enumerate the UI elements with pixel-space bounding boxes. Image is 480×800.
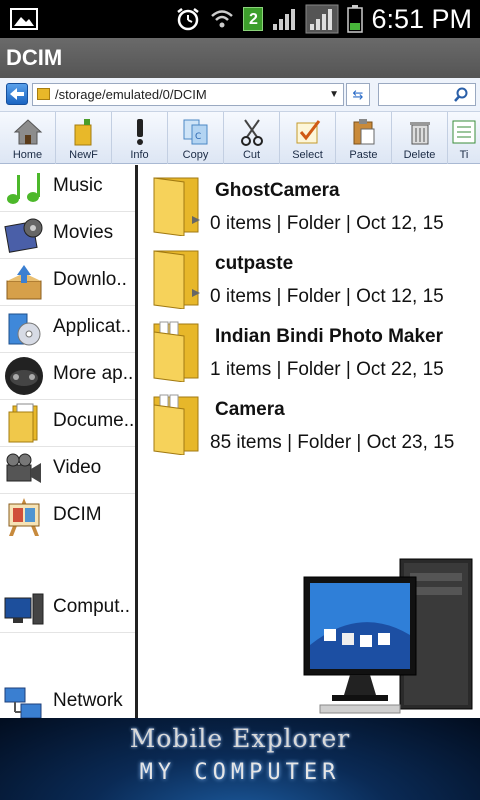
search-icon[interactable] <box>453 87 469 103</box>
tool-label: NewF <box>69 149 98 161</box>
dcim-icon <box>8 498 40 536</box>
music-icon <box>7 173 40 204</box>
sidebar-item-label: Downlo.. <box>53 269 127 290</box>
signal-icon <box>273 9 296 30</box>
delete-button[interactable]: Delete <box>392 112 448 164</box>
tool-label: Delete <box>403 149 436 161</box>
file-name: Camera <box>215 399 285 420</box>
paste-icon <box>353 119 374 145</box>
tile-view-icon <box>452 120 476 144</box>
sidebar-item-applications[interactable]: Applicat.. <box>0 306 135 353</box>
video-camera-icon <box>6 453 41 483</box>
toolbar: Home NewF Info C Copy Cut Select Paste D… <box>0 112 480 164</box>
ad-banner[interactable]: Mobile Explorer MY COMPUTER <box>0 718 480 800</box>
chevron-down-icon[interactable]: ▼ <box>329 84 339 105</box>
sidebar-item-label: Comput.. <box>53 596 131 617</box>
sidebar-item-computer[interactable]: Comput.. <box>0 586 135 633</box>
documents-icon <box>8 403 38 443</box>
movies-icon <box>4 218 43 253</box>
sidebar-item-label: Music <box>53 175 103 196</box>
file-name: cutpaste <box>215 253 294 274</box>
search-input[interactable] <box>378 83 476 106</box>
full-folder-icon <box>153 321 199 382</box>
signal-icon-2 <box>305 4 339 34</box>
tool-label: Info <box>130 149 149 161</box>
file-meta: 0 items | Folder | Oct 12, 15 <box>210 286 444 307</box>
svg-text:C: C <box>195 132 201 142</box>
sidebar-item-downloads[interactable]: Downlo.. <box>0 259 135 306</box>
page-title: DCIM <box>0 38 480 78</box>
full-folder-icon <box>153 394 199 455</box>
alarm-icon <box>177 8 200 31</box>
gamepad-icon <box>5 357 43 395</box>
info-icon <box>136 119 143 145</box>
sidebar-item-label: Video <box>53 457 102 478</box>
wifi-icon <box>211 10 234 28</box>
list-item[interactable]: GhostCamera 0 items | Folder | Oct 12, 1… <box>138 167 480 240</box>
computer-illustration <box>303 558 473 714</box>
new-folder-icon <box>74 119 91 146</box>
battery-icon <box>347 5 364 33</box>
sidebar-item-label: DCIM <box>53 504 102 525</box>
paste-button[interactable]: Paste <box>336 112 392 164</box>
status-bar: 2 6:51 PM <box>0 0 480 38</box>
path-text: /storage/emulated/0/DCIM <box>55 87 207 102</box>
tool-label: Select <box>292 149 323 161</box>
home-button[interactable]: Home <box>0 112 56 164</box>
computer-icon <box>4 593 44 625</box>
empty-folder-icon <box>153 250 200 309</box>
folder-icon <box>37 88 50 100</box>
sidebar: Music Movies Downlo.. Applicat.. More ap… <box>0 165 135 719</box>
notification-badge: 2 <box>243 7 264 31</box>
empty-folder-icon <box>153 177 200 236</box>
file-name: Indian Bindi Photo Maker <box>215 326 444 347</box>
sidebar-item-movies[interactable]: Movies <box>0 212 135 259</box>
list-item[interactable]: Camera 85 items | Folder | Oct 23, 15 <box>138 386 480 459</box>
tile-view-button[interactable]: Ti <box>448 112 480 164</box>
trash-icon <box>409 122 430 145</box>
back-arrow-icon <box>10 88 24 100</box>
tool-label: Cut <box>242 149 261 161</box>
banner-subtitle: MY COMPUTER <box>139 760 341 785</box>
cut-button[interactable]: Cut <box>224 112 280 164</box>
file-name: GhostCamera <box>215 180 340 201</box>
banner-title: Mobile Explorer <box>129 724 351 753</box>
sidebar-item-documents[interactable]: Docume.. <box>0 400 135 447</box>
downloads-icon <box>6 265 42 300</box>
path-input[interactable]: /storage/emulated/0/DCIM ▼ <box>32 83 344 106</box>
tool-label: Paste <box>349 149 378 161</box>
checkbox-icon <box>296 120 320 144</box>
list-item[interactable]: cutpaste 0 items | Folder | Oct 12, 15 <box>138 240 480 313</box>
sidebar-item-dcim[interactable]: DCIM <box>0 494 135 541</box>
sidebar-item-label: Docume.. <box>53 410 135 431</box>
refresh-button[interactable]: ⇆ <box>346 83 370 106</box>
gallery-icon <box>10 8 38 30</box>
list-item[interactable]: Indian Bindi Photo Maker 1 items | Folde… <box>138 313 480 386</box>
sidebar-item-video[interactable]: Video <box>0 447 135 494</box>
file-meta: 1 items | Folder | Oct 22, 15 <box>210 359 444 380</box>
sidebar-item-label: Movies <box>53 222 114 243</box>
tool-label: Ti <box>459 149 469 161</box>
copy-icon: C <box>183 119 207 145</box>
scissors-icon <box>240 119 263 146</box>
select-button[interactable]: Select <box>280 112 336 164</box>
info-button[interactable]: Info <box>112 112 168 164</box>
file-meta: 85 items | Folder | Oct 23, 15 <box>210 432 455 453</box>
sidebar-item-label: More ap.. <box>53 363 134 384</box>
tool-label: Home <box>12 149 43 161</box>
copy-button[interactable]: C Copy <box>168 112 224 164</box>
back-button[interactable] <box>6 83 28 105</box>
sidebar-item-music[interactable]: Music <box>0 165 135 212</box>
home-icon <box>13 119 42 145</box>
file-meta: 0 items | Folder | Oct 12, 15 <box>210 213 444 234</box>
tool-label: Copy <box>182 149 209 161</box>
applications-icon <box>8 313 41 346</box>
clock: 6:51 PM <box>371 3 472 34</box>
sidebar-item-more-apps[interactable]: More ap.. <box>0 353 135 400</box>
address-bar: /storage/emulated/0/DCIM ▼ ⇆ <box>0 78 480 112</box>
sidebar-item-label: Applicat.. <box>53 316 132 337</box>
new-folder-button[interactable]: NewF <box>56 112 112 164</box>
sidebar-item-label: Network <box>53 690 123 711</box>
refresh-icon: ⇆ <box>352 87 364 102</box>
